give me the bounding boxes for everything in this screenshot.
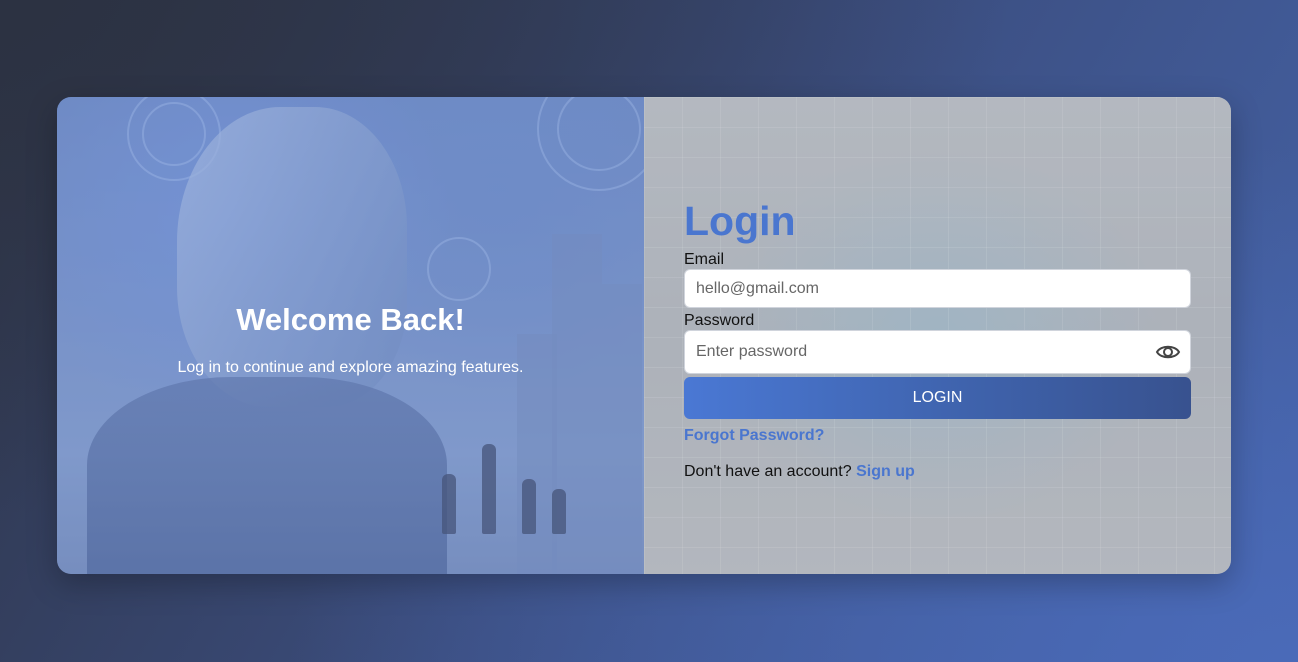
hero-panel: Welcome Back! Log in to continue and exp… [57,97,644,574]
login-button[interactable]: LOGIN [684,377,1191,419]
login-card: Welcome Back! Log in to continue and exp… [57,97,1231,574]
login-title: Login [684,198,796,244]
email-label: Email [684,251,725,268]
password-field [684,330,1191,377]
welcome-subtitle: Log in to continue and explore amazing f… [177,359,524,376]
forgot-password-link[interactable]: Forgot Password? [684,427,824,445]
password-label: Password [684,312,755,329]
email-input[interactable] [684,269,1191,308]
welcome-heading: Welcome Back! [236,302,465,337]
signup-link[interactable]: Sign up [856,463,915,480]
eye-icon[interactable] [1155,340,1181,364]
signup-prompt: Don't have an account? [684,463,852,480]
signup-row: Don't have an account? Sign up [684,463,1191,481]
login-panel: Login Email Password LOGIN Forgot Passwo… [644,97,1231,574]
login-form: Login Email Password LOGIN Forgot Passwo… [684,197,1191,481]
password-input[interactable] [684,330,1191,374]
